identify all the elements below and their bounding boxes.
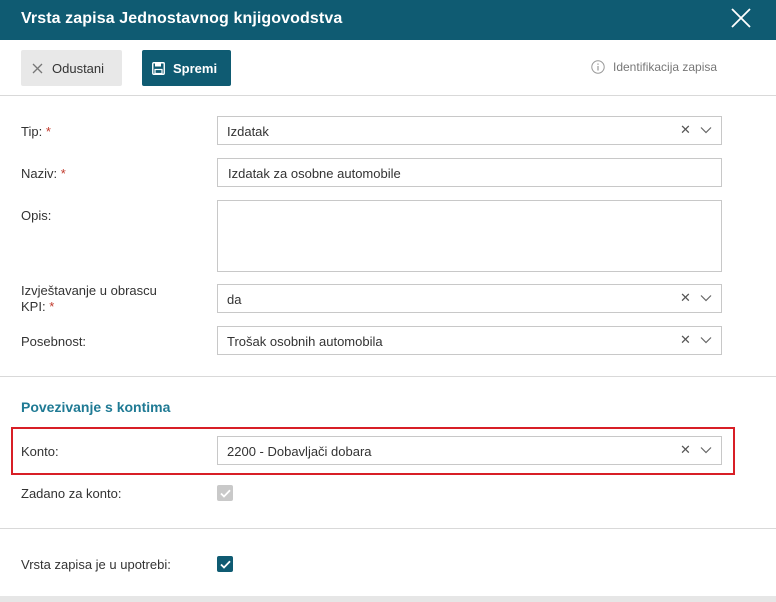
tip-label: Tip: *: [21, 124, 51, 139]
kpi-select[interactable]: da ✕: [217, 284, 722, 313]
naziv-label: Naziv: *: [21, 166, 66, 181]
tip-select[interactable]: Izdatak ✕: [217, 116, 722, 145]
dialog-title: Vrsta zapisa Jednostavnog knjigovodstva: [21, 10, 343, 27]
zadano-checkbox: [217, 485, 233, 501]
clear-icon[interactable]: ✕: [680, 332, 691, 348]
checkmark-icon: [219, 560, 231, 569]
cancel-button[interactable]: Odustani: [21, 50, 122, 86]
opis-textarea[interactable]: [217, 200, 722, 272]
tip-value: Izdatak: [227, 124, 269, 139]
background-page-edge: [0, 596, 776, 602]
zadano-label: Zadano za konto:: [21, 486, 122, 501]
section-title: Povezivanje s kontima: [21, 399, 171, 415]
posebnost-value: Trošak osobnih automobila: [227, 334, 383, 349]
identification-label: Identifikacija zapisa: [613, 60, 718, 74]
floppy-disk-icon: [152, 61, 165, 75]
dialog-header: Vrsta zapisa Jednostavnog knjigovodstva: [0, 0, 776, 40]
save-button[interactable]: Spremi: [142, 50, 231, 86]
required-mark: *: [49, 299, 55, 314]
posebnost-select[interactable]: Trošak osobnih automobila ✕: [217, 326, 722, 355]
identification-link[interactable]: Identifikacija zapisa: [591, 60, 717, 74]
usage-label: Vrsta zapisa je u upotrebi:: [21, 557, 171, 572]
konto-label: Konto:: [21, 444, 59, 459]
required-mark: *: [60, 166, 66, 181]
posebnost-label: Posebnost:: [21, 334, 87, 349]
save-button-label: Spremi: [173, 60, 218, 76]
info-icon: [591, 60, 605, 74]
konto-select[interactable]: 2200 - Dobavljači dobara ✕: [217, 436, 722, 465]
chevron-down-icon[interactable]: [700, 446, 712, 454]
toolbar: Odustani Spremi Identifikacija zapisa: [0, 40, 776, 96]
clear-icon[interactable]: ✕: [680, 290, 691, 306]
divider: [0, 376, 776, 377]
clear-icon[interactable]: ✕: [680, 442, 691, 458]
kpi-label: Izvještavanje u obrascu KPI: *: [21, 283, 157, 314]
clear-icon[interactable]: ✕: [680, 122, 691, 138]
chevron-down-icon[interactable]: [700, 294, 712, 302]
divider: [0, 528, 776, 529]
chevron-down-icon[interactable]: [700, 336, 712, 344]
chevron-down-icon[interactable]: [700, 126, 712, 134]
x-icon: [32, 63, 43, 73]
close-icon[interactable]: [729, 6, 753, 30]
checkmark-icon: [219, 489, 231, 498]
usage-checkbox[interactable]: [217, 556, 233, 572]
konto-value: 2200 - Dobavljači dobara: [227, 444, 372, 459]
naziv-value: Izdatak za osobne automobile: [228, 166, 401, 181]
naziv-input[interactable]: Izdatak za osobne automobile: [217, 158, 722, 187]
required-mark: *: [45, 124, 51, 139]
cancel-button-label: Odustani: [52, 60, 105, 76]
opis-label: Opis:: [21, 208, 52, 223]
kpi-value: da: [227, 292, 242, 307]
